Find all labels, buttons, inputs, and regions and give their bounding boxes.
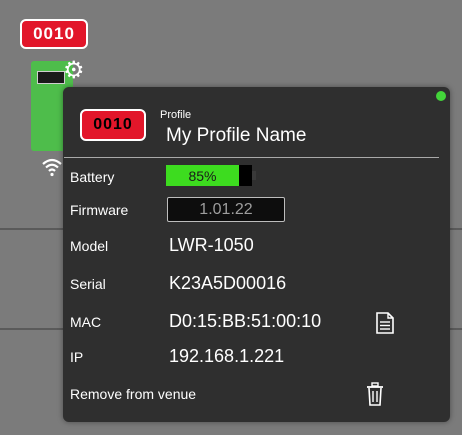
- model-label: Model: [70, 238, 109, 254]
- profile-caption: Profile: [160, 109, 192, 121]
- device-id-badge[interactable]: 0010: [20, 19, 88, 49]
- connector-line: [449, 228, 462, 230]
- connector-line: [449, 328, 462, 330]
- firmware-label: Firmware: [70, 202, 129, 218]
- trash-icon[interactable]: [363, 381, 387, 407]
- battery-tip: [252, 171, 256, 180]
- battery-indicator: 85%: [166, 165, 256, 186]
- serial-label: Serial: [70, 276, 106, 292]
- connector-line: [0, 228, 64, 230]
- profile-badge: 0010: [80, 109, 146, 141]
- device-info-popup: 0010 Profile My Profile Name Battery 85%…: [63, 87, 450, 422]
- venue-canvas: 0010 ⚙ 0010 Profile My Profile Name Batt…: [0, 0, 462, 435]
- wifi-icon: [42, 158, 62, 177]
- connector-line: [0, 328, 64, 330]
- online-status-dot: [436, 91, 446, 101]
- ip-label: IP: [70, 349, 84, 365]
- remove-from-venue-button[interactable]: Remove from venue: [70, 386, 196, 402]
- ip-value: 192.168.1.221: [169, 346, 285, 366]
- gear-icon[interactable]: ⚙: [63, 59, 85, 83]
- mac-value: D0:15:BB:51:00:10: [169, 311, 322, 331]
- serial-value: K23A5D00016: [169, 273, 287, 293]
- profile-badge-label: 0010: [93, 116, 133, 133]
- mac-label: MAC: [70, 314, 102, 330]
- device-screen: [37, 71, 65, 84]
- model-value: LWR-1050: [169, 235, 254, 255]
- battery-percent: 85%: [188, 167, 217, 184]
- copy-icon[interactable]: [373, 310, 397, 336]
- profile-name: My Profile Name: [166, 125, 307, 146]
- divider: [64, 157, 439, 158]
- battery-label: Battery: [70, 169, 115, 185]
- firmware-version: 1.01.22: [167, 197, 285, 222]
